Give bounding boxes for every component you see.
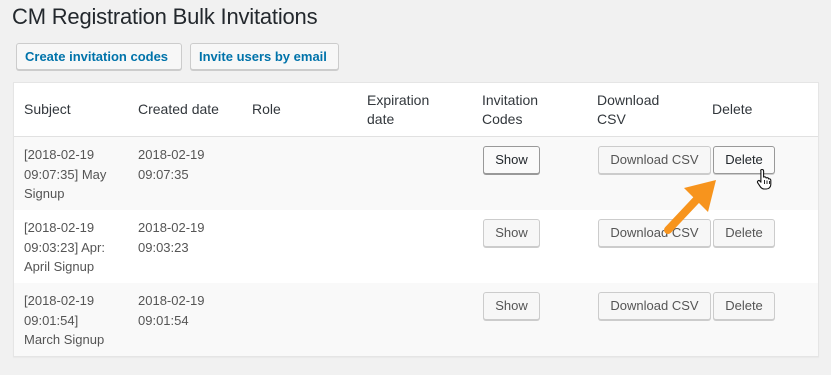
header-download-csv: Download CSV bbox=[597, 92, 660, 127]
download-csv-button[interactable]: Download CSV bbox=[598, 292, 711, 320]
page: CM Registration Bulk Invitations Create … bbox=[0, 0, 831, 375]
subject-cell: [2018-02-19 09:07:35] May Signup bbox=[24, 147, 107, 201]
download-csv-button[interactable]: Download CSV bbox=[598, 146, 711, 174]
show-codes-button[interactable]: Show bbox=[483, 292, 540, 320]
header-delete: Delete bbox=[712, 101, 753, 117]
delete-button[interactable]: Delete bbox=[713, 292, 775, 320]
created-date-cell: 2018-02-19 09:01:54 bbox=[138, 293, 205, 328]
delete-button[interactable]: Delete bbox=[713, 219, 775, 247]
header-role: Role bbox=[252, 101, 281, 117]
table-header: Subject Created date Role Expiration dat… bbox=[14, 83, 818, 137]
header-expiration-date: Expiration date bbox=[367, 92, 430, 127]
header-created-date: Created date bbox=[138, 101, 219, 117]
hand-pointer-icon bbox=[756, 168, 772, 190]
header-subject: Subject bbox=[24, 101, 71, 117]
created-date-cell: 2018-02-19 09:07:35 bbox=[138, 147, 205, 182]
page-title: CM Registration Bulk Invitations bbox=[12, 4, 318, 29]
subject-cell: [2018-02-19 09:01:54] March Signup bbox=[24, 293, 105, 347]
create-invitation-codes-button[interactable]: Create invitation codes bbox=[16, 43, 182, 70]
show-codes-button[interactable]: Show bbox=[483, 146, 540, 174]
subject-cell: [2018-02-19 09:03:23] Apr: April Signup bbox=[24, 220, 105, 274]
invite-users-by-email-button[interactable]: Invite users by email bbox=[190, 43, 339, 70]
show-codes-button[interactable]: Show bbox=[483, 219, 540, 247]
header-invitation-codes: Invitation Codes bbox=[482, 92, 539, 127]
created-date-cell: 2018-02-19 09:03:23 bbox=[138, 220, 205, 255]
arrow-icon bbox=[664, 180, 716, 234]
table-row: [2018-02-19 09:01:54] March Signup 2018-… bbox=[14, 283, 818, 356]
